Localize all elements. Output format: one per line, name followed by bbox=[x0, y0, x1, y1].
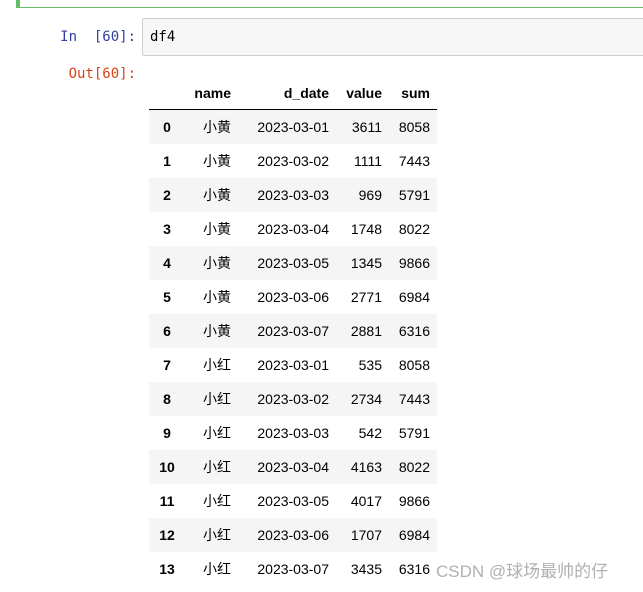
header-row: name d_date value sum bbox=[149, 76, 437, 110]
table-row: 3 小黄 2023-03-04 1748 8022 bbox=[149, 212, 437, 246]
table-row: 7 小红 2023-03-01 535 8058 bbox=[149, 348, 437, 382]
row-index: 12 bbox=[159, 527, 175, 543]
row-index: 4 bbox=[163, 255, 171, 271]
cell-d-date: 2023-03-07 bbox=[257, 323, 329, 339]
cell-name: 小红 bbox=[203, 493, 231, 509]
table-row: 4 小黄 2023-03-05 1345 9866 bbox=[149, 246, 437, 280]
column-header-name: name bbox=[185, 76, 239, 110]
cell-sum: 8022 bbox=[398, 221, 430, 237]
row-index: 9 bbox=[163, 425, 171, 441]
row-index: 3 bbox=[163, 221, 171, 237]
table-row: 0 小黄 2023-03-01 3611 8058 bbox=[149, 109, 437, 144]
cell-d-date: 2023-03-06 bbox=[257, 527, 329, 543]
row-index: 10 bbox=[159, 459, 175, 475]
cell-name: 小红 bbox=[203, 425, 231, 441]
row-index: 0 bbox=[163, 119, 171, 135]
column-header-d-date: d_date bbox=[239, 76, 337, 110]
code-input-area[interactable]: df4 bbox=[142, 18, 643, 56]
cell-value: 3611 bbox=[351, 119, 382, 135]
cell-sum: 8058 bbox=[398, 357, 430, 373]
cell-d-date: 2023-03-01 bbox=[257, 119, 329, 135]
cell-value: 542 bbox=[358, 425, 382, 441]
cell-name: 小红 bbox=[203, 527, 231, 543]
row-index: 1 bbox=[163, 153, 171, 169]
cell-d-date: 2023-03-03 bbox=[257, 187, 329, 203]
row-index: 2 bbox=[163, 187, 171, 203]
cell-sum: 6984 bbox=[398, 289, 430, 305]
cell-d-date: 2023-03-01 bbox=[257, 357, 329, 373]
cell-value: 2881 bbox=[350, 323, 382, 339]
cell-sum: 8022 bbox=[398, 459, 430, 475]
cell-name: 小黄 bbox=[203, 323, 231, 339]
row-index: 13 bbox=[159, 561, 175, 577]
table-header: name d_date value sum bbox=[149, 76, 437, 110]
cell-d-date: 2023-03-05 bbox=[257, 493, 329, 509]
cell-d-date: 2023-03-03 bbox=[257, 425, 329, 441]
cell-d-date: 2023-03-02 bbox=[257, 391, 329, 407]
cell-sum: 5791 bbox=[398, 187, 430, 203]
row-index: 7 bbox=[163, 357, 171, 373]
cell-value: 1345 bbox=[350, 255, 382, 271]
cell-name: 小黄 bbox=[203, 255, 231, 271]
cell-d-date: 2023-03-07 bbox=[257, 561, 329, 577]
notebook-page: In [60]: df4 Out[60]: name d_date value … bbox=[0, 0, 643, 592]
previous-cell-border bbox=[16, 0, 643, 8]
cell-name: 小黄 bbox=[203, 221, 231, 237]
table-row: 12 小红 2023-03-06 1707 6984 bbox=[149, 518, 437, 552]
cell-name: 小黄 bbox=[203, 289, 231, 305]
cell-sum: 9866 bbox=[398, 255, 430, 271]
output-prompt: Out[60]: bbox=[68, 66, 136, 82]
column-header-value: value bbox=[337, 76, 390, 110]
cell-d-date: 2023-03-04 bbox=[257, 459, 329, 475]
cell-value: 1111 bbox=[353, 153, 382, 169]
input-prompt: In [60]: bbox=[60, 29, 136, 45]
cell-d-date: 2023-03-06 bbox=[257, 289, 329, 305]
column-header-index bbox=[149, 76, 185, 110]
table-row: 2 小黄 2023-03-03 969 5791 bbox=[149, 178, 437, 212]
cell-name: 小红 bbox=[203, 391, 231, 407]
row-index: 5 bbox=[163, 289, 171, 305]
cell-value: 2734 bbox=[350, 391, 382, 407]
table-row: 13 小红 2023-03-07 3435 6316 bbox=[149, 552, 437, 586]
cell-value: 535 bbox=[358, 357, 382, 373]
dataframe-table: name d_date value sum 0 小黄 2023-03-01 3611 8… bbox=[149, 76, 437, 586]
cell-value: 1748 bbox=[350, 221, 382, 237]
cell-value: 3435 bbox=[350, 561, 382, 577]
table-row: 6 小黄 2023-03-07 2881 6316 bbox=[149, 314, 437, 348]
cell-name: 小黄 bbox=[203, 119, 231, 135]
column-header-sum: sum bbox=[390, 76, 437, 110]
cell-d-date: 2023-03-04 bbox=[257, 221, 329, 237]
row-index: 8 bbox=[163, 391, 171, 407]
cell-sum: 8058 bbox=[398, 119, 430, 135]
cell-sum: 7443 bbox=[398, 391, 430, 407]
table-body: 0 小黄 2023-03-01 3611 8058 1 小黄 2023-03-02 1111 74… bbox=[149, 109, 437, 586]
cell-d-date: 2023-03-02 bbox=[257, 153, 329, 169]
cell-d-date: 2023-03-05 bbox=[257, 255, 329, 271]
cell-value: 4163 bbox=[350, 459, 382, 475]
table-row: 8 小红 2023-03-02 2734 7443 bbox=[149, 382, 437, 416]
cell-value: 1707 bbox=[350, 527, 382, 543]
cell-sum: 9866 bbox=[398, 493, 430, 509]
table-row: 9 小红 2023-03-03 542 5791 bbox=[149, 416, 437, 450]
cell-sum: 6984 bbox=[398, 527, 430, 543]
cell-name: 小红 bbox=[203, 561, 231, 577]
row-index: 11 bbox=[159, 493, 175, 509]
cell-name: 小黄 bbox=[203, 187, 231, 203]
csdn-watermark: CSDN @球场最帅的仔 bbox=[436, 562, 609, 581]
cell-name: 小黄 bbox=[203, 153, 231, 169]
table-row: 10 小红 2023-03-04 4163 8022 bbox=[149, 450, 437, 484]
cell-value: 2771 bbox=[350, 289, 382, 305]
cell-sum: 5791 bbox=[398, 425, 430, 441]
cell-sum: 6316 bbox=[398, 323, 430, 339]
table-row: 5 小黄 2023-03-06 2771 6984 bbox=[149, 280, 437, 314]
cell-value: 4017 bbox=[350, 493, 382, 509]
row-index: 6 bbox=[163, 323, 171, 339]
cell-sum: 7443 bbox=[398, 153, 430, 169]
cell-name: 小红 bbox=[203, 357, 231, 373]
table-row: 1 小黄 2023-03-02 1111 7443 bbox=[149, 144, 437, 178]
cell-value: 969 bbox=[358, 187, 382, 203]
cell-sum: 6316 bbox=[398, 561, 430, 577]
table-row: 11 小红 2023-03-05 4017 9866 bbox=[149, 484, 437, 518]
cell-name: 小红 bbox=[203, 459, 231, 475]
